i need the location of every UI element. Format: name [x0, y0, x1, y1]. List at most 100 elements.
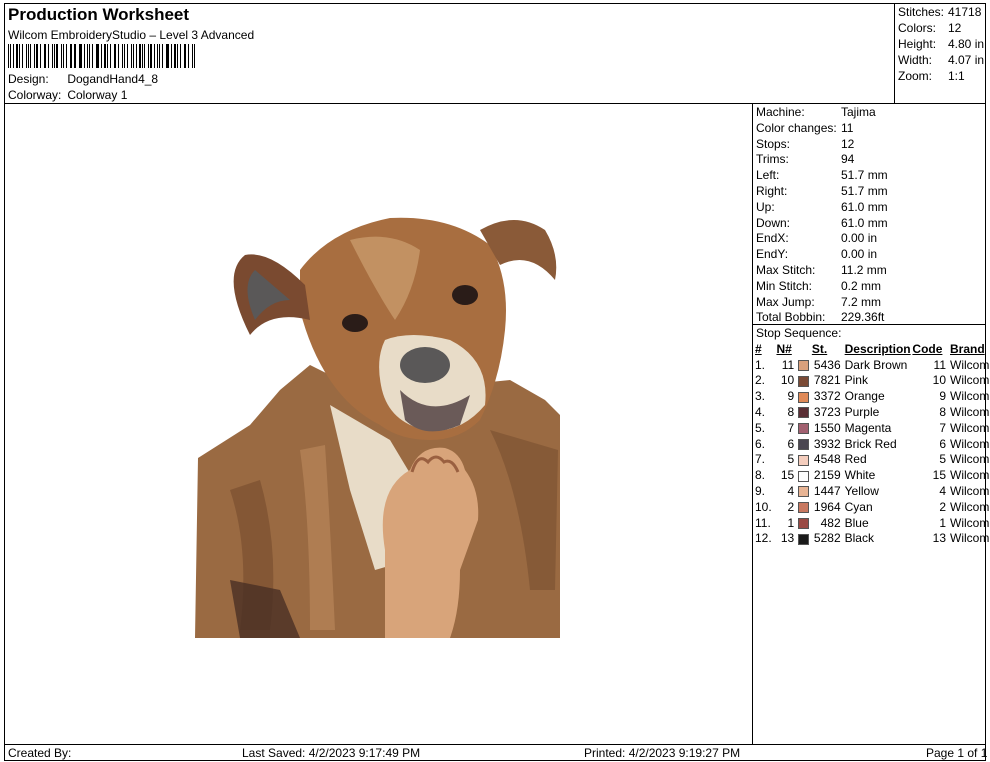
cell-n: 8: [787, 405, 795, 420]
last-saved: Last Saved: 4/2/2023 9:17:49 PM: [242, 746, 421, 760]
col-header-index: #: [755, 341, 762, 356]
stat-value: 1:1: [948, 69, 965, 83]
barcode-bar: [130, 44, 133, 68]
sidebar-divider: [752, 103, 753, 745]
colorway-row: Colorway: Colorway 1: [8, 88, 127, 102]
footer-divider: [4, 744, 986, 745]
cell-swatch: [798, 420, 812, 436]
barcode-bar: [162, 44, 163, 68]
barcode-bar: [34, 44, 35, 68]
barcode-bar: [192, 44, 193, 68]
barcode-bar: [133, 44, 134, 68]
machine-info-row: Max Jump: 7.2 mm: [756, 295, 881, 309]
machine-info-label: Max Jump:: [756, 294, 815, 309]
cell-n: 7: [787, 420, 795, 435]
software-name: Wilcom EmbroideryStudio – Level 3 Advanc…: [8, 28, 255, 42]
machine-info-label: Down:: [756, 215, 791, 230]
barcode-bar: [139, 44, 141, 68]
stat-label: Height:: [898, 37, 937, 51]
machine-info-value: Tajima: [841, 105, 876, 119]
cell-idx: 4.: [755, 405, 766, 420]
machine-info-row: Min Stitch: 0.2 mm: [756, 279, 881, 293]
barcode-bar: [89, 44, 91, 68]
barcode-bar: [106, 44, 109, 68]
cell-desc: Magenta: [844, 420, 892, 435]
cell-code: 13: [932, 531, 947, 546]
stat-width: Width: 4.07 in: [898, 53, 984, 67]
stat-value: 41718: [948, 5, 982, 19]
barcode-bar: [153, 44, 155, 68]
cell-brand: Wilcom: [950, 468, 990, 483]
machine-info-label: EndY:: [756, 247, 789, 262]
barcode-bar: [39, 44, 41, 68]
machine-info-value: 7.2 mm: [841, 294, 882, 309]
machine-info-row: Up: 61.0 mm: [756, 200, 888, 214]
col-header-needle: N#: [776, 341, 792, 356]
cell-code: 2: [939, 499, 947, 514]
cell-brand: Wilcom: [950, 373, 990, 388]
table-row: 4. 8 3723 Purple 8 Wilcom: [755, 404, 990, 420]
cell-swatch: [798, 357, 812, 373]
cell-desc: Purple: [844, 405, 880, 420]
color-swatch: [798, 391, 810, 403]
frame-top: [4, 3, 986, 4]
table-row: 11. 1 482 Blue 1 Wilcom: [755, 515, 990, 531]
barcode-bar: [25, 44, 27, 68]
cell-n: 11: [781, 357, 795, 372]
table-row: 5. 7 1550 Magenta 7 Wilcom: [755, 420, 990, 436]
machine-info-row: Machine: Tajima: [756, 105, 876, 119]
machine-info-label: Up:: [756, 199, 775, 214]
barcode-bar: [176, 44, 178, 68]
cell-code: 9: [939, 389, 947, 404]
machine-info-row: Color changes: 11: [756, 121, 853, 135]
machine-info-value: 11.2 mm: [841, 263, 887, 277]
color-swatch: [798, 517, 810, 529]
barcode-bar: [122, 44, 123, 68]
barcode-bar: [104, 44, 106, 68]
color-swatch: [798, 439, 810, 450]
stat-label: Stitches:: [898, 5, 945, 19]
barcode-bar: [174, 44, 176, 68]
barcode-bar: [10, 44, 11, 68]
cell-brand: Wilcom: [950, 405, 990, 420]
cell-idx: 1.: [755, 357, 766, 372]
barcode-bar: [35, 44, 38, 68]
dog-eye-right: [452, 285, 478, 305]
cell-n: 15: [780, 468, 795, 483]
cell-st: 3932: [813, 436, 841, 451]
machine-info-label: Machine:: [756, 105, 805, 119]
cell-code: 10: [932, 373, 947, 388]
machine-info-value: 12: [841, 136, 855, 151]
barcode-bar: [183, 44, 185, 68]
cell-desc: Black: [844, 531, 874, 546]
cell-swatch: [798, 499, 812, 515]
barcode-bar: [113, 44, 115, 68]
cell-code: 15: [932, 468, 947, 483]
color-swatch: [798, 470, 810, 482]
cell-desc: Pink: [844, 373, 868, 388]
machine-info-value: 0.2 mm: [841, 278, 882, 293]
barcode-bar: [185, 44, 186, 68]
barcode-bar: [135, 44, 137, 68]
stat-label: Width:: [898, 53, 933, 67]
cell-desc: Brick Red: [844, 436, 897, 451]
color-swatch: [798, 423, 810, 435]
cell-swatch: [798, 373, 812, 389]
barcode-bar: [141, 44, 143, 68]
barcode-bar: [144, 44, 145, 68]
cell-idx: 11.: [755, 515, 771, 530]
machine-info-row: Total Bobbin: 229.36ft: [756, 310, 884, 324]
cell-n: 9: [787, 389, 795, 404]
cell-st: 3372: [813, 389, 841, 404]
cell-desc: Blue: [844, 515, 869, 530]
table-row: 2. 10 7821 Pink 10 Wilcom: [755, 373, 990, 389]
stat-stitches: Stitches: 41718: [898, 5, 981, 19]
machine-info-value: 51.7 mm: [841, 168, 888, 183]
page-title: Production Worksheet: [8, 5, 190, 24]
colorway-label: Colorway:: [8, 88, 62, 102]
table-row: 12. 13 5282 Black 13 Wilcom: [755, 531, 990, 547]
cell-brand: Wilcom: [950, 436, 990, 451]
barcode-bar: [95, 44, 97, 68]
machine-info-label: Total Bobbin:: [756, 310, 826, 325]
stat-zoom: Zoom: 1:1: [898, 69, 965, 83]
